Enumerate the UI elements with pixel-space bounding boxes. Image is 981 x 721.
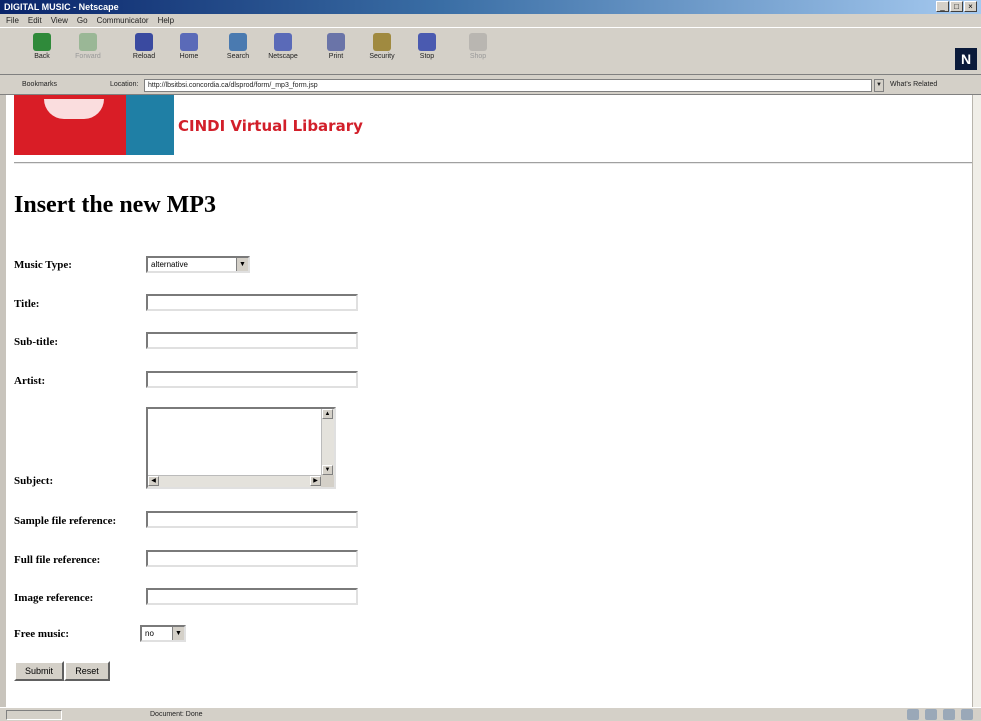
mail-icon[interactable] xyxy=(925,709,937,720)
page-content: CINDI Virtual Libarary Insert the new MP… xyxy=(6,95,972,707)
submit-button[interactable]: Submit xyxy=(14,661,64,681)
page-title: Insert the new MP3 xyxy=(14,192,216,218)
menu-edit[interactable]: Edit xyxy=(28,14,42,27)
subject-label: Subject: xyxy=(14,475,54,487)
scroll-left-icon[interactable]: ◀ xyxy=(148,476,159,486)
search-icon xyxy=(229,33,247,51)
print-label: Print xyxy=(328,53,344,60)
music-type-value: alternative xyxy=(151,260,188,269)
whats-related-button[interactable]: What's Related xyxy=(890,75,937,95)
scroll-down-icon[interactable]: ▼ xyxy=(322,465,333,475)
textarea-horizontal-scrollbar[interactable]: ◀ ▶ xyxy=(148,475,321,487)
home-icon xyxy=(180,33,198,51)
site-title: CINDI Virtual Libarary xyxy=(178,117,363,135)
music-type-select[interactable]: alternative ▼ xyxy=(146,256,250,273)
image-reference-label: Image reference: xyxy=(14,592,94,604)
title-label: Title: xyxy=(14,298,40,310)
netscape-logo: N xyxy=(955,48,977,70)
discussions-icon[interactable] xyxy=(943,709,955,720)
search-label: Search xyxy=(226,53,250,60)
stop-label: Stop xyxy=(419,53,435,60)
print-icon xyxy=(327,33,345,51)
cindi-logo-teal xyxy=(126,95,174,155)
textarea-vertical-scrollbar[interactable]: ▲ ▼ xyxy=(321,409,334,475)
bookmarks-button[interactable]: Bookmarks xyxy=(22,75,57,95)
cindi-logo-red xyxy=(14,95,126,155)
security-button[interactable]: Security xyxy=(362,33,402,73)
netscape-button[interactable]: Netscape xyxy=(263,33,303,73)
component-bar xyxy=(907,709,973,720)
home-button[interactable]: Home xyxy=(169,33,209,73)
netscape-label: Netscape xyxy=(268,53,298,60)
stop-icon xyxy=(418,33,436,51)
menu-help[interactable]: Help xyxy=(158,14,174,27)
shop-icon xyxy=(469,33,487,51)
close-button[interactable]: × xyxy=(964,1,977,12)
sample-file-label: Sample file reference: xyxy=(14,515,117,527)
navigator-icon[interactable] xyxy=(907,709,919,720)
composer-icon[interactable] xyxy=(961,709,973,720)
window-controls: _ □ × xyxy=(936,1,977,12)
print-button[interactable]: Print xyxy=(316,33,356,73)
subtitle-input[interactable] xyxy=(146,332,358,349)
reload-button[interactable]: Reload xyxy=(124,33,164,73)
security-indicator[interactable] xyxy=(6,710,62,720)
image-reference-input[interactable] xyxy=(146,588,358,605)
full-file-label: Full file reference: xyxy=(14,554,101,566)
sample-file-input[interactable] xyxy=(146,511,358,528)
textarea-corner xyxy=(321,475,334,487)
scroll-up-icon[interactable]: ▲ xyxy=(322,409,333,419)
back-arrow-icon xyxy=(33,33,51,51)
stop-button[interactable]: Stop xyxy=(407,33,447,73)
url-dropdown-icon[interactable]: ▼ xyxy=(874,79,884,92)
menu-view[interactable]: View xyxy=(51,14,68,27)
status-bar: Document: Done xyxy=(0,707,981,721)
minimize-button[interactable]: _ xyxy=(936,1,949,12)
page-scrollbar[interactable] xyxy=(972,95,981,707)
subtitle-label: Sub-title: xyxy=(14,336,58,348)
subject-textarea[interactable]: ▲ ▼ ◀ ▶ xyxy=(146,407,336,489)
divider xyxy=(14,162,972,164)
search-button[interactable]: Search xyxy=(218,33,258,73)
free-music-select[interactable]: no ▼ xyxy=(140,625,186,642)
location-label: Location: xyxy=(110,81,139,88)
music-type-label: Music Type: xyxy=(14,259,72,271)
menu-bar: File Edit View Go Communicator Help xyxy=(0,14,981,27)
reload-icon xyxy=(135,33,153,51)
chevron-down-icon: ▼ xyxy=(172,627,184,640)
lock-icon xyxy=(373,33,391,51)
reload-label: Reload xyxy=(132,53,156,60)
shop-button[interactable]: Shop xyxy=(458,33,498,73)
url-input[interactable]: http://lbsitbsi.concordia.ca/dlsprod/for… xyxy=(144,79,872,92)
security-label: Security xyxy=(369,53,395,60)
status-message: Document: Done xyxy=(150,711,203,718)
menu-file[interactable]: File xyxy=(6,14,19,27)
artist-label: Artist: xyxy=(14,375,46,387)
artist-input[interactable] xyxy=(146,371,358,388)
window-title: DIGITAL MUSIC - Netscape xyxy=(4,2,119,12)
shop-label: Shop xyxy=(469,53,487,60)
forward-arrow-icon xyxy=(79,33,97,51)
back-label: Back xyxy=(34,53,50,60)
netscape-icon xyxy=(274,33,292,51)
back-button[interactable]: Back xyxy=(22,33,62,73)
navigation-toolbar: Back Forward Reload Home Search Netscape… xyxy=(0,27,981,75)
menu-go[interactable]: Go xyxy=(77,14,88,27)
reset-button[interactable]: Reset xyxy=(64,661,110,681)
forward-label: Forward xyxy=(75,53,101,60)
title-input[interactable] xyxy=(146,294,358,311)
scroll-right-icon[interactable]: ▶ xyxy=(310,476,321,486)
free-music-label: Free music: xyxy=(14,628,70,640)
free-music-value: no xyxy=(145,629,154,638)
full-file-input[interactable] xyxy=(146,550,358,567)
location-bar: Bookmarks Location: http://lbsitbsi.conc… xyxy=(0,75,981,95)
home-label: Home xyxy=(179,53,199,60)
forward-button[interactable]: Forward xyxy=(68,33,108,73)
chevron-down-icon: ▼ xyxy=(236,258,248,271)
maximize-button[interactable]: □ xyxy=(950,1,963,12)
window-titlebar: DIGITAL MUSIC - Netscape _ □ × xyxy=(0,0,981,14)
menu-communicator[interactable]: Communicator xyxy=(97,14,149,27)
